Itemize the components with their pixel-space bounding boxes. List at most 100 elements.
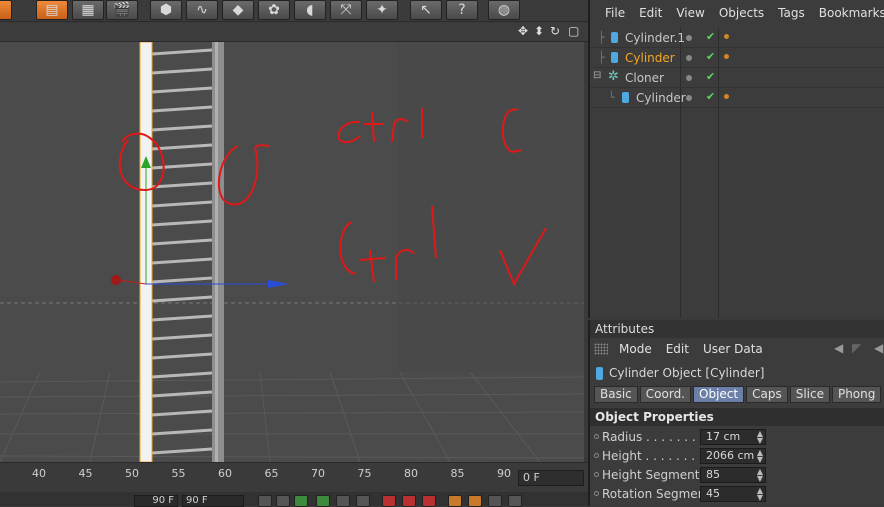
- enabled-check-icon[interactable]: ✔: [706, 30, 715, 43]
- end-frame-field-b[interactable]: 90 F: [182, 495, 244, 507]
- ladder-rung: [151, 48, 213, 56]
- tab-caps[interactable]: Caps: [746, 386, 788, 403]
- up-arrow-icon[interactable]: ◤: [852, 341, 861, 355]
- menu-bookmarks[interactable]: Bookmarks: [812, 6, 884, 20]
- film-icon[interactable]: 🎬: [106, 0, 138, 20]
- height-segments-field[interactable]: 85 ▲ ▼: [700, 467, 766, 483]
- back-arrow-icon[interactable]: ◀: [834, 341, 843, 355]
- object-name[interactable]: Cylinder: [625, 51, 675, 65]
- render-settings-icon[interactable]: ▤: [36, 0, 68, 20]
- cube-icon[interactable]: ⬢: [150, 0, 182, 20]
- rotate-icon[interactable]: ↻: [550, 24, 560, 38]
- viewport-header: ✥ ⬍ ↻ ▢: [0, 22, 588, 42]
- play-backward-icon[interactable]: [294, 495, 308, 507]
- rotation-segments-field[interactable]: 45 ▲ ▼: [700, 486, 766, 502]
- play-forward-icon[interactable]: [316, 495, 330, 507]
- render-view-icon[interactable]: ▦: [72, 0, 104, 20]
- tab-phong[interactable]: Phong: [831, 386, 882, 403]
- tag-icon[interactable]: [724, 34, 729, 39]
- stepper-icon[interactable]: ▲ ▼: [757, 487, 763, 502]
- object-row-cylinder[interactable]: ├ Cylinder ✔: [590, 48, 884, 68]
- visibility-dot-icon[interactable]: [686, 55, 692, 61]
- end-frame-field-a[interactable]: 90 F: [134, 495, 178, 507]
- current-frame-field[interactable]: 0 F: [518, 470, 584, 486]
- animate-bullet-icon[interactable]: [594, 453, 599, 458]
- help-icon[interactable]: ?: [446, 0, 478, 20]
- animate-bullet-icon[interactable]: [594, 434, 599, 439]
- move-icon[interactable]: ✥: [518, 24, 528, 38]
- zoom-icon[interactable]: ⬍: [534, 24, 544, 38]
- maximize-icon[interactable]: ▢: [568, 24, 579, 38]
- enabled-check-icon[interactable]: ✔: [706, 90, 715, 103]
- ladder-rung: [151, 200, 213, 208]
- key-param-icon[interactable]: [508, 495, 522, 507]
- menu-user-data[interactable]: User Data: [696, 342, 770, 356]
- tab-object[interactable]: Object: [693, 386, 745, 403]
- tab-coord[interactable]: Coord.: [639, 386, 691, 403]
- spline-icon[interactable]: ∿: [186, 0, 218, 20]
- render-icon[interactable]: [0, 0, 12, 20]
- 3d-viewport[interactable]: [0, 42, 584, 462]
- select-arrow-icon[interactable]: ↖: [410, 0, 442, 20]
- object-row-cylinder-child[interactable]: └ Cylinder ✔: [590, 88, 884, 108]
- tag-icon[interactable]: [724, 94, 729, 99]
- menu-edit[interactable]: Edit: [632, 6, 669, 20]
- globe-icon[interactable]: ◍: [488, 0, 520, 20]
- enabled-check-icon[interactable]: ✔: [706, 50, 715, 63]
- visibility-dot-icon[interactable]: [686, 95, 692, 101]
- menu-tags[interactable]: Tags: [771, 6, 812, 20]
- cylinder-icon: [596, 366, 603, 380]
- mograph-icon[interactable]: ✿: [258, 0, 290, 20]
- ladder-rung: [151, 181, 213, 189]
- object-name[interactable]: Cylinder: [636, 91, 686, 105]
- panel-grip-icon[interactable]: [594, 343, 608, 355]
- stepper-icon[interactable]: ▲ ▼: [757, 430, 763, 445]
- stepper-icon[interactable]: ▲ ▼: [757, 449, 763, 464]
- deformer-icon[interactable]: ◖: [294, 0, 326, 20]
- visibility-dot-icon[interactable]: [686, 75, 692, 81]
- object-row-cylinder-1[interactable]: ├ Cylinder.1 ✔: [590, 28, 884, 48]
- keyframe-selection-icon[interactable]: [422, 495, 436, 507]
- key-position-icon[interactable]: [448, 495, 462, 507]
- tag-icon[interactable]: [724, 54, 729, 59]
- animate-bullet-icon[interactable]: [594, 472, 599, 477]
- tab-basic[interactable]: Basic: [594, 386, 638, 403]
- timeline-tick-label: 80: [404, 467, 418, 480]
- stepper-icon[interactable]: ▲ ▼: [757, 468, 763, 483]
- goto-end-icon[interactable]: [356, 495, 370, 507]
- menu-file[interactable]: File: [598, 6, 632, 20]
- ladder-rung: [151, 219, 213, 227]
- goto-start-icon[interactable]: [258, 495, 272, 507]
- forward-arrow-icon[interactable]: ◀: [874, 341, 883, 355]
- prev-frame-icon[interactable]: [276, 495, 290, 507]
- object-name[interactable]: Cylinder.1: [625, 31, 685, 45]
- menu-objects[interactable]: Objects: [712, 6, 771, 20]
- effector-icon[interactable]: ✦: [366, 0, 398, 20]
- object-name[interactable]: Cloner: [625, 71, 664, 85]
- key-rotation-icon[interactable]: [488, 495, 502, 507]
- menu-mode[interactable]: Mode: [612, 342, 659, 356]
- viewport-scene[interactable]: [0, 42, 584, 462]
- cylinder-icon: [611, 52, 618, 63]
- visibility-dot-icon[interactable]: [686, 35, 692, 41]
- object-properties-heading: Object Properties: [590, 408, 884, 426]
- enabled-check-icon[interactable]: ✔: [706, 70, 715, 83]
- scene-icon[interactable]: ⤧: [330, 0, 362, 20]
- key-scale-icon[interactable]: [468, 495, 482, 507]
- animate-bullet-icon[interactable]: [594, 491, 599, 496]
- record-icon[interactable]: [382, 495, 396, 507]
- nurbs-icon[interactable]: ◆: [222, 0, 254, 20]
- menu-edit[interactable]: Edit: [659, 342, 696, 356]
- radius-field[interactable]: 17 cm ▲ ▼: [700, 429, 766, 445]
- tab-slice[interactable]: Slice: [789, 386, 830, 403]
- menu-view[interactable]: View: [669, 6, 711, 20]
- timeline-ruler[interactable]: 40 45 50 55 60 65 70 75 80 85 90: [0, 462, 588, 492]
- autokey-icon[interactable]: [402, 495, 416, 507]
- ladder-rung: [151, 333, 213, 341]
- height-field[interactable]: 2066 cm ▲ ▼: [700, 448, 766, 464]
- object-row-cloner[interactable]: ⊟ ✲ Cloner ✔: [590, 68, 884, 88]
- ladder-rung: [151, 238, 213, 246]
- ladder-rung: [151, 390, 213, 398]
- next-frame-icon[interactable]: [336, 495, 350, 507]
- timeline-tick-label: 75: [357, 467, 372, 480]
